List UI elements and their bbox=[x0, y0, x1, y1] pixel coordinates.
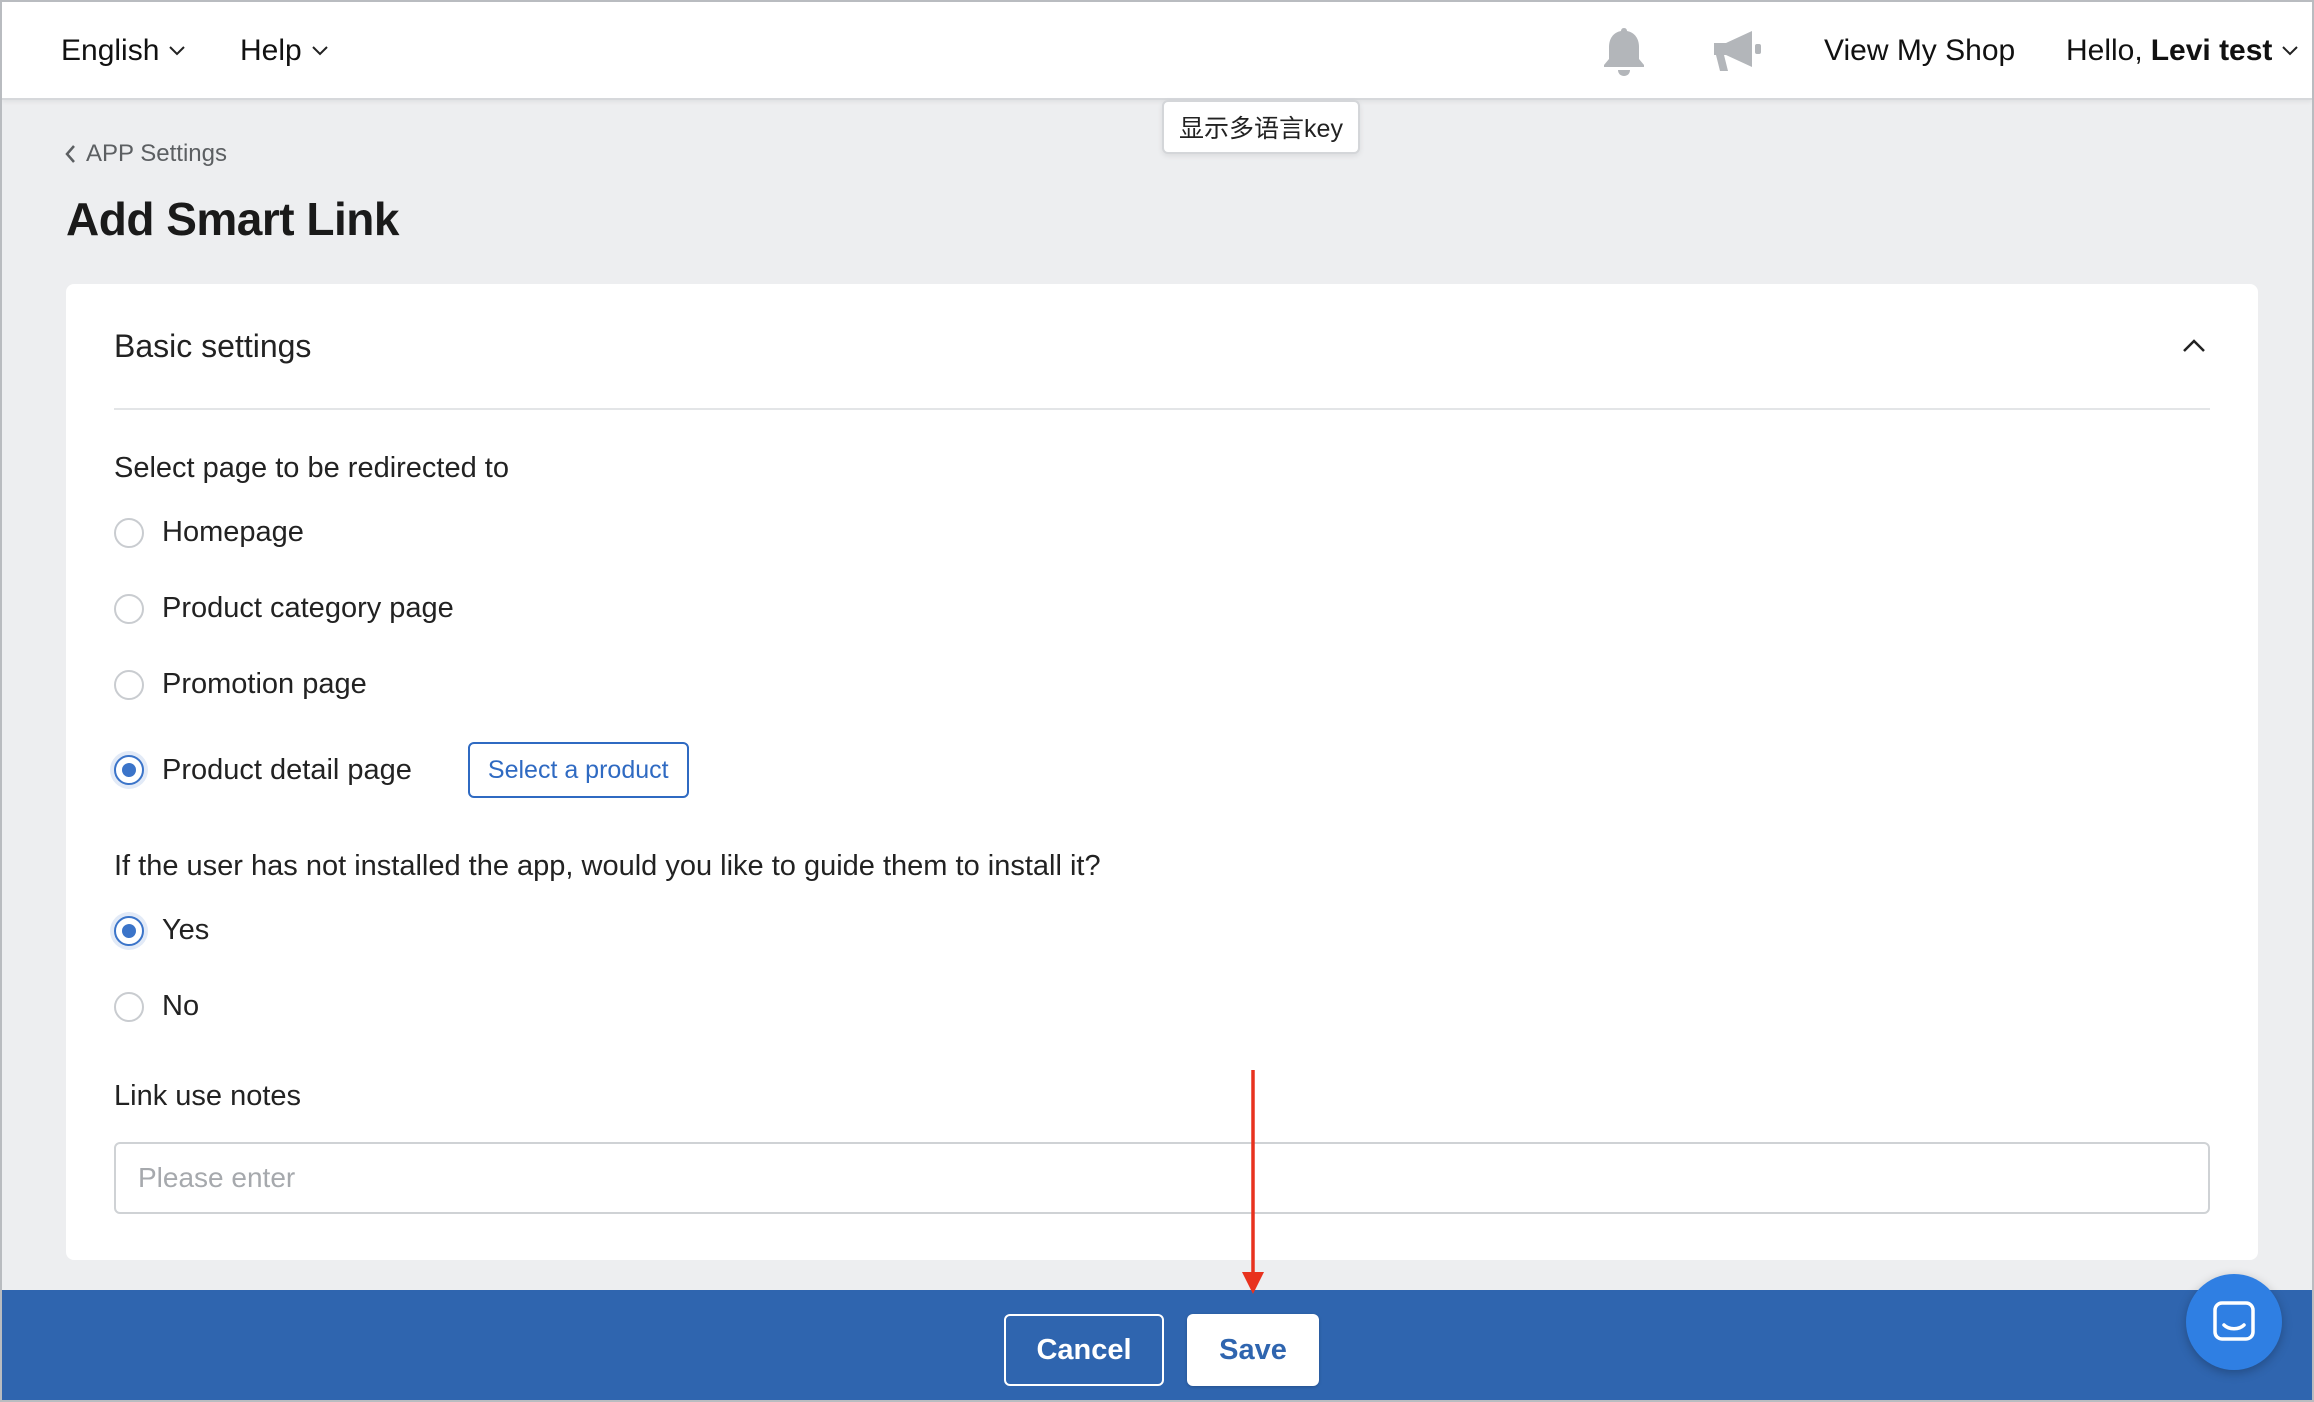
collapse-chevron-up-icon[interactable] bbox=[2182, 339, 2206, 353]
chat-icon bbox=[2213, 1301, 2255, 1341]
chevron-down-icon bbox=[2282, 46, 2299, 56]
radio-button[interactable] bbox=[114, 593, 144, 624]
show-language-key-tooltip[interactable]: 显示多语言key bbox=[1162, 100, 1360, 154]
chat-launcher-button[interactable] bbox=[2186, 1274, 2282, 1370]
page-title: Add Smart Link bbox=[66, 193, 399, 245]
card-header: Basic settings bbox=[114, 284, 2210, 410]
radio-label: Promotion page bbox=[162, 668, 367, 700]
save-button[interactable]: Save bbox=[1187, 1314, 1319, 1386]
breadcrumb-label: APP Settings bbox=[86, 140, 227, 167]
radio-product-detail-page[interactable]: Product detail page Select a product bbox=[114, 742, 689, 798]
chevron-down-icon bbox=[311, 46, 328, 56]
radio-label: No bbox=[162, 990, 200, 1022]
breadcrumb[interactable]: APP Settings bbox=[64, 140, 227, 168]
bottom-action-bar: Cancel Save bbox=[2, 1290, 2312, 1400]
card-title: Basic settings bbox=[114, 327, 312, 364]
megaphone-icon[interactable] bbox=[1710, 2, 1764, 100]
radio-button[interactable] bbox=[114, 669, 144, 700]
user-name: Levi test bbox=[2150, 34, 2273, 67]
app-window: English Help View My Shop Hello, Levi te… bbox=[0, 0, 2314, 1402]
view-my-shop-link[interactable]: View My Shop bbox=[1824, 2, 2015, 100]
language-key-label: 显示多语言key bbox=[1179, 115, 1343, 143]
user-menu-dropdown[interactable]: Hello, Levi test bbox=[2066, 2, 2299, 100]
link-use-notes-input[interactable] bbox=[114, 1142, 2210, 1214]
radio-yes[interactable]: Yes bbox=[114, 914, 209, 947]
bell-icon[interactable] bbox=[1600, 2, 1648, 100]
radio-button[interactable] bbox=[114, 991, 144, 1022]
language-dropdown[interactable]: English bbox=[61, 2, 186, 100]
cancel-button[interactable]: Cancel bbox=[1004, 1314, 1164, 1386]
redirect-page-question: Select page to be redirected to bbox=[114, 452, 509, 484]
basic-settings-card: Basic settings Select page to be redirec… bbox=[66, 284, 2258, 1260]
radio-homepage[interactable]: Homepage bbox=[114, 516, 304, 549]
radio-product-category-page[interactable]: Product category page bbox=[114, 592, 454, 625]
greeting-text: Hello, bbox=[2066, 34, 2143, 67]
radio-label: Yes bbox=[162, 914, 210, 946]
help-dropdown[interactable]: Help bbox=[240, 2, 328, 100]
radio-button-selected[interactable] bbox=[114, 915, 144, 946]
top-navigation-bar: English Help View My Shop Hello, Levi te… bbox=[2, 2, 2312, 100]
select-product-button[interactable]: Select a product bbox=[467, 742, 689, 798]
radio-button-selected[interactable] bbox=[114, 755, 144, 785]
radio-label: Homepage bbox=[162, 516, 304, 548]
radio-promotion-page[interactable]: Promotion page bbox=[114, 668, 367, 701]
language-label: English bbox=[61, 34, 160, 67]
view-shop-label: View My Shop bbox=[1824, 34, 2016, 67]
radio-label: Product detail page bbox=[162, 753, 412, 786]
install-guide-question: If the user has not installed the app, w… bbox=[114, 850, 1101, 882]
chevron-left-icon bbox=[65, 145, 75, 163]
chevron-down-icon bbox=[169, 46, 186, 56]
help-label: Help bbox=[240, 34, 302, 67]
radio-button[interactable] bbox=[114, 517, 144, 548]
radio-no[interactable]: No bbox=[114, 990, 199, 1023]
radio-label: Product category page bbox=[162, 592, 454, 624]
link-use-notes-label: Link use notes bbox=[114, 1080, 302, 1112]
